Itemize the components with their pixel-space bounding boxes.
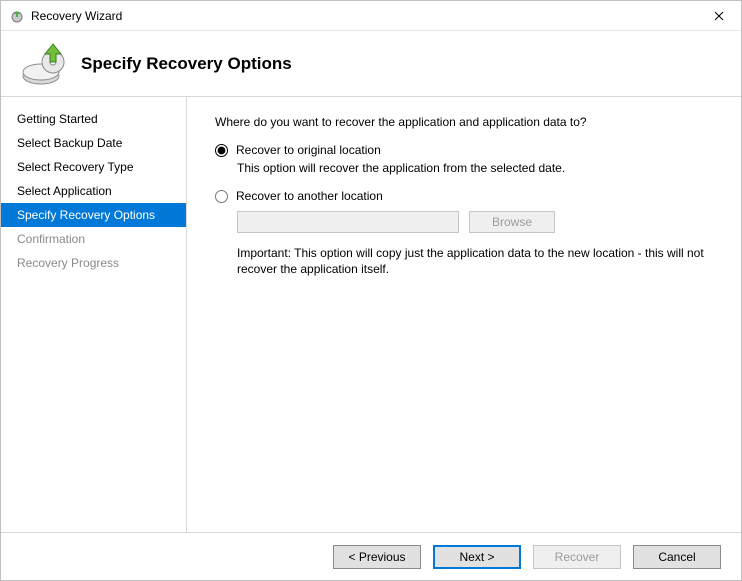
radio-recover-another[interactable] [215, 190, 228, 203]
wizard-body: Getting Started Select Backup Date Selec… [1, 97, 741, 532]
window-title: Recovery Wizard [31, 9, 696, 23]
sidebar-item-confirmation: Confirmation [1, 227, 186, 251]
option-recover-another-label: Recover to another location [236, 189, 383, 203]
sidebar-item-specify-recovery-options[interactable]: Specify Recovery Options [1, 203, 186, 227]
titlebar: Recovery Wizard [1, 1, 741, 31]
option-recover-original-desc: This option will recover the application… [237, 161, 717, 175]
wizard-header: Specify Recovery Options [1, 31, 741, 97]
location-path-input [237, 211, 459, 233]
browse-button: Browse [469, 211, 555, 233]
page-title: Specify Recovery Options [81, 54, 292, 74]
app-icon [9, 8, 25, 24]
sidebar-item-select-recovery-type[interactable]: Select Recovery Type [1, 155, 186, 179]
recovery-icon [19, 40, 67, 88]
important-note: Important: This option will copy just th… [237, 245, 717, 277]
sidebar-item-recovery-progress: Recovery Progress [1, 251, 186, 275]
recovery-wizard-window: Recovery Wizard Specify Recovery Options… [0, 0, 742, 581]
content-pane: Where do you want to recover the applica… [187, 97, 741, 532]
recover-button: Recover [533, 545, 621, 569]
steps-sidebar: Getting Started Select Backup Date Selec… [1, 97, 187, 532]
previous-button[interactable]: < Previous [333, 545, 421, 569]
sidebar-item-select-application[interactable]: Select Application [1, 179, 186, 203]
sidebar-item-getting-started[interactable]: Getting Started [1, 107, 186, 131]
option-recover-another[interactable]: Recover to another location [215, 189, 717, 203]
sidebar-item-select-backup-date[interactable]: Select Backup Date [1, 131, 186, 155]
close-button[interactable] [696, 1, 741, 31]
radio-recover-original[interactable] [215, 144, 228, 157]
wizard-footer: < Previous Next > Recover Cancel [1, 532, 741, 580]
option-recover-original-label: Recover to original location [236, 143, 381, 157]
another-location-row: Browse [237, 211, 717, 233]
prompt-text: Where do you want to recover the applica… [215, 115, 717, 129]
next-button[interactable]: Next > [433, 545, 521, 569]
option-recover-original[interactable]: Recover to original location [215, 143, 717, 157]
cancel-button[interactable]: Cancel [633, 545, 721, 569]
